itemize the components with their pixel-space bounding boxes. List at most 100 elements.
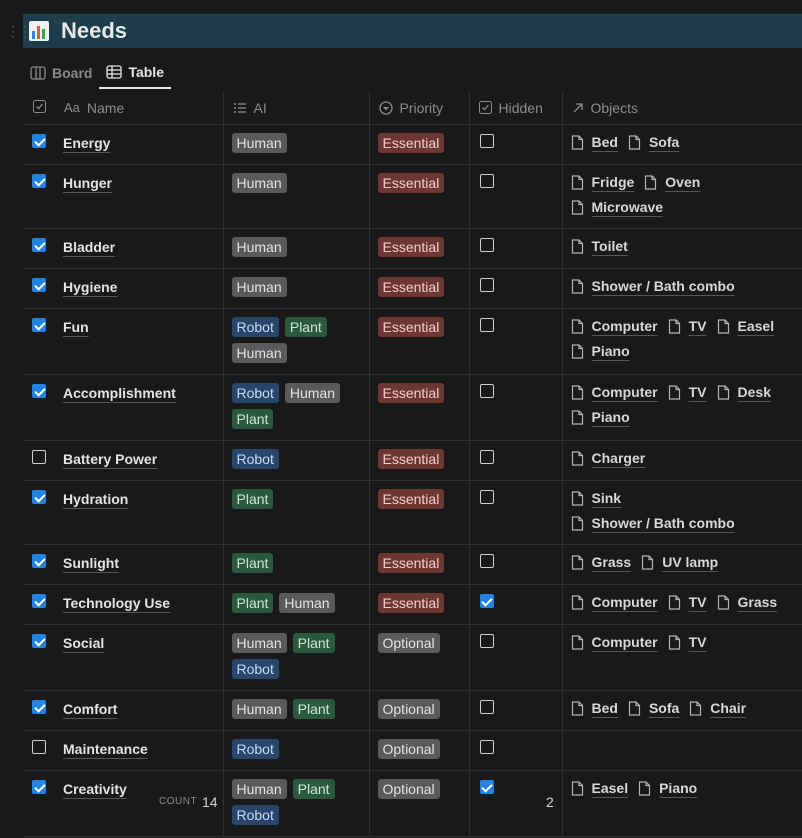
hidden-checkbox[interactable] bbox=[479, 634, 494, 648]
hidden-checkbox[interactable] bbox=[479, 450, 494, 464]
table-row[interactable]: Bladder Human Essential Toilet bbox=[23, 228, 802, 269]
ai-tag[interactable]: Human bbox=[231, 133, 287, 153]
object-link[interactable]: UV lamp bbox=[641, 554, 718, 570]
need-name[interactable]: Bladder bbox=[63, 239, 115, 255]
row-select-checkbox[interactable] bbox=[32, 238, 46, 252]
object-link[interactable]: Sink bbox=[571, 490, 621, 506]
priority-tag[interactable]: Optional bbox=[377, 699, 440, 719]
priority-tag[interactable]: Essential bbox=[377, 173, 445, 193]
object-link[interactable]: Bed bbox=[571, 700, 618, 716]
ai-tag[interactable]: Plant bbox=[292, 699, 335, 719]
need-name[interactable]: Technology Use bbox=[63, 595, 170, 611]
hidden-checkbox[interactable] bbox=[479, 490, 494, 504]
need-name[interactable]: Fun bbox=[63, 319, 89, 335]
need-name[interactable]: Maintenance bbox=[63, 741, 148, 757]
need-name[interactable]: Sunlight bbox=[63, 555, 119, 571]
row-select-checkbox[interactable] bbox=[32, 318, 46, 332]
object-link[interactable]: TV bbox=[668, 594, 707, 610]
object-link[interactable]: Computer bbox=[571, 384, 658, 400]
hidden-checkbox[interactable] bbox=[479, 740, 494, 754]
priority-tag[interactable]: Essential bbox=[377, 277, 445, 297]
object-link[interactable]: Grass bbox=[571, 554, 631, 570]
object-link[interactable]: Sofa bbox=[628, 700, 679, 716]
ai-tag[interactable]: Plant bbox=[284, 317, 327, 337]
ai-tag[interactable]: Human bbox=[231, 237, 287, 257]
ai-tag[interactable]: Plant bbox=[231, 593, 274, 613]
table-row[interactable]: Battery Power Robot Essential Charger bbox=[23, 440, 802, 481]
object-link[interactable]: TV bbox=[668, 384, 707, 400]
hidden-checkbox[interactable] bbox=[479, 278, 494, 292]
need-name[interactable]: Comfort bbox=[63, 701, 117, 717]
need-name[interactable]: Hygiene bbox=[63, 279, 117, 295]
column-header-name[interactable]: Aa Name bbox=[55, 91, 224, 125]
ai-tag[interactable]: Plant bbox=[231, 553, 274, 573]
object-link[interactable]: Desk bbox=[717, 384, 771, 400]
column-header-hidden[interactable]: Hidden bbox=[469, 91, 563, 125]
ai-tag[interactable]: Robot bbox=[231, 659, 279, 679]
table-row[interactable]: Fun Robot Plant Human Essential Computer TV Eas… bbox=[23, 308, 802, 375]
column-header-priority[interactable]: Priority bbox=[369, 91, 470, 125]
drag-handle-icon[interactable]: ⋮⋮ bbox=[6, 23, 32, 40]
row-select-checkbox[interactable] bbox=[32, 634, 46, 648]
row-select-checkbox[interactable] bbox=[32, 594, 46, 608]
object-link[interactable]: Computer bbox=[571, 318, 658, 334]
row-select-checkbox[interactable] bbox=[32, 174, 46, 188]
ai-tag[interactable]: Human bbox=[279, 593, 335, 613]
priority-tag[interactable]: Essential bbox=[377, 383, 445, 403]
object-link[interactable]: Easel bbox=[717, 318, 774, 334]
table-row[interactable]: Hygiene Human Essential Shower / Bath combo bbox=[23, 268, 802, 309]
object-link[interactable]: Oven bbox=[644, 174, 700, 190]
object-link[interactable]: Microwave bbox=[571, 199, 663, 215]
count-label[interactable]: COUNT bbox=[159, 796, 197, 807]
need-name[interactable]: Accomplishment bbox=[63, 385, 176, 401]
object-link[interactable]: Piano bbox=[571, 343, 630, 359]
ai-tag[interactable]: Robot bbox=[231, 317, 279, 337]
priority-tag[interactable]: Essential bbox=[377, 489, 445, 509]
table-row[interactable]: Maintenance Robot Optional bbox=[23, 730, 802, 771]
row-select-checkbox[interactable] bbox=[32, 134, 46, 148]
select-all-header[interactable] bbox=[23, 91, 55, 125]
column-header-ai[interactable]: AI bbox=[223, 91, 370, 125]
object-link[interactable]: Computer bbox=[571, 594, 658, 610]
ai-tag[interactable]: Robot bbox=[231, 739, 279, 759]
hidden-checkbox[interactable] bbox=[479, 134, 494, 148]
object-link[interactable]: Bed bbox=[571, 134, 618, 150]
ai-tag[interactable]: Human bbox=[284, 383, 340, 403]
hidden-checkbox[interactable] bbox=[479, 700, 494, 714]
hidden-checkbox[interactable] bbox=[479, 384, 494, 398]
ai-tag[interactable]: Plant bbox=[292, 633, 335, 653]
ai-tag[interactable]: Human bbox=[231, 699, 287, 719]
table-row[interactable]: Comfort Human Plant Optional Bed Sofa Chair bbox=[23, 690, 802, 731]
priority-tag[interactable]: Essential bbox=[377, 553, 445, 573]
tab-table[interactable]: Table bbox=[99, 57, 171, 89]
object-link[interactable]: Computer bbox=[571, 634, 658, 650]
table-row[interactable]: Technology Use Plant Human Essential Compute… bbox=[23, 584, 802, 625]
object-link[interactable]: Sofa bbox=[628, 134, 679, 150]
table-row[interactable]: Hydration Plant Essential Sink Shower / Bath… bbox=[23, 480, 802, 545]
need-name[interactable]: Energy bbox=[63, 135, 110, 151]
object-link[interactable]: Piano bbox=[571, 409, 630, 425]
object-link[interactable]: Shower / Bath combo bbox=[571, 278, 735, 294]
table-row[interactable]: Sunlight Plant Essential Grass UV lamp bbox=[23, 544, 802, 585]
hidden-checkbox[interactable] bbox=[479, 318, 494, 332]
priority-tag[interactable]: Essential bbox=[377, 593, 445, 613]
hidden-checked-count[interactable]: 2 bbox=[546, 794, 554, 810]
need-name[interactable]: Social bbox=[63, 635, 104, 651]
priority-tag[interactable]: Optional bbox=[377, 633, 440, 653]
ai-tag[interactable]: Robot bbox=[231, 383, 279, 403]
row-select-checkbox[interactable] bbox=[32, 740, 46, 754]
bar-chart-icon[interactable] bbox=[29, 21, 49, 41]
row-select-checkbox[interactable] bbox=[32, 554, 46, 568]
ai-tag[interactable]: Plant bbox=[231, 409, 274, 429]
table-row[interactable]: Energy Human Essential Bed Sofa bbox=[23, 124, 802, 165]
ai-tag[interactable]: Robot bbox=[231, 449, 279, 469]
table-row[interactable]: Accomplishment Robot Human Plant Essential Co… bbox=[23, 374, 802, 441]
ai-tag[interactable]: Human bbox=[231, 173, 287, 193]
object-link[interactable]: Shower / Bath combo bbox=[571, 515, 735, 531]
object-link[interactable]: Charger bbox=[571, 450, 645, 466]
ai-tag[interactable]: Human bbox=[231, 277, 287, 297]
hidden-checkbox[interactable] bbox=[479, 174, 494, 188]
priority-tag[interactable]: Optional bbox=[377, 739, 440, 759]
object-link[interactable]: Chair bbox=[689, 700, 746, 716]
priority-tag[interactable]: Essential bbox=[377, 317, 445, 337]
